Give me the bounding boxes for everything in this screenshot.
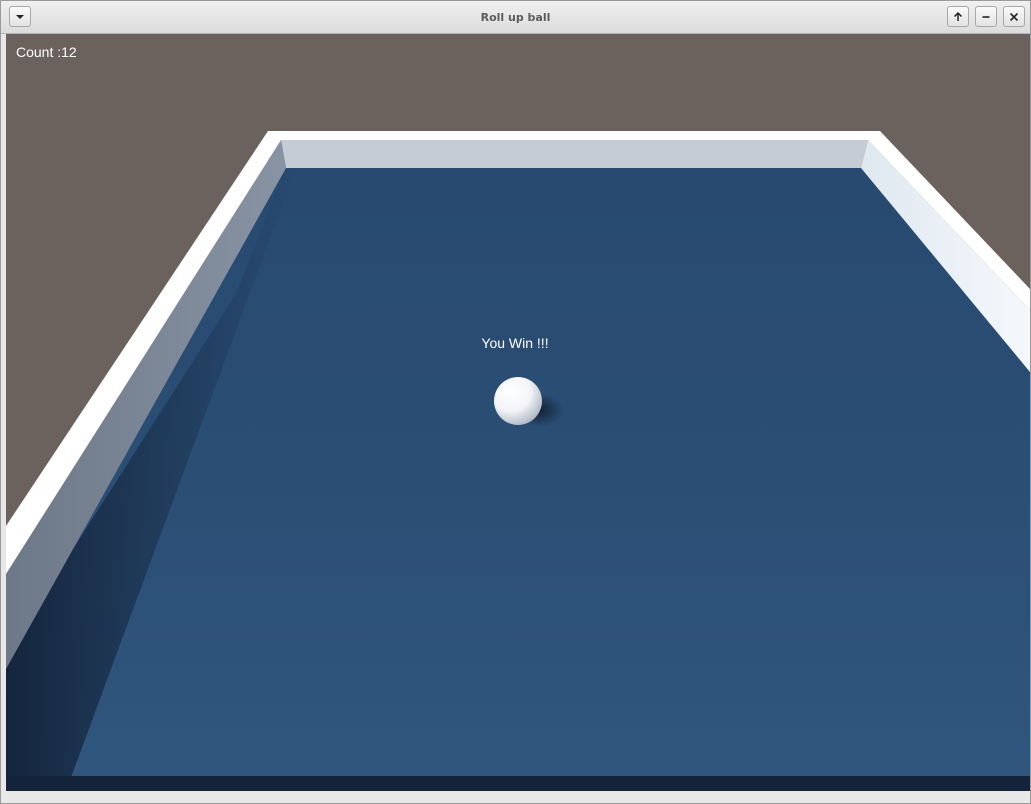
far-wall-inner-face — [281, 140, 868, 168]
count-label: Count :12 — [16, 44, 77, 60]
game-window: Roll up ball Count:12 You Win !!! — [0, 0, 1031, 804]
maximize-button[interactable] — [947, 6, 969, 27]
player-ball — [494, 377, 542, 425]
title-bar[interactable]: Roll up ball — [1, 1, 1030, 34]
window-title: Roll up ball — [480, 11, 551, 24]
bottom-edge-shadow — [6, 776, 1030, 791]
win-message: You Win !!! — [481, 335, 549, 351]
game-viewport[interactable]: Count :12 You Win !!! — [6, 34, 1030, 791]
game-scene — [6, 131, 1030, 791]
minimize-button[interactable] — [975, 6, 997, 27]
minus-icon — [982, 15, 990, 18]
close-button[interactable] — [1003, 6, 1025, 27]
close-icon — [1009, 12, 1019, 21]
arrow-up-icon — [953, 11, 963, 21]
